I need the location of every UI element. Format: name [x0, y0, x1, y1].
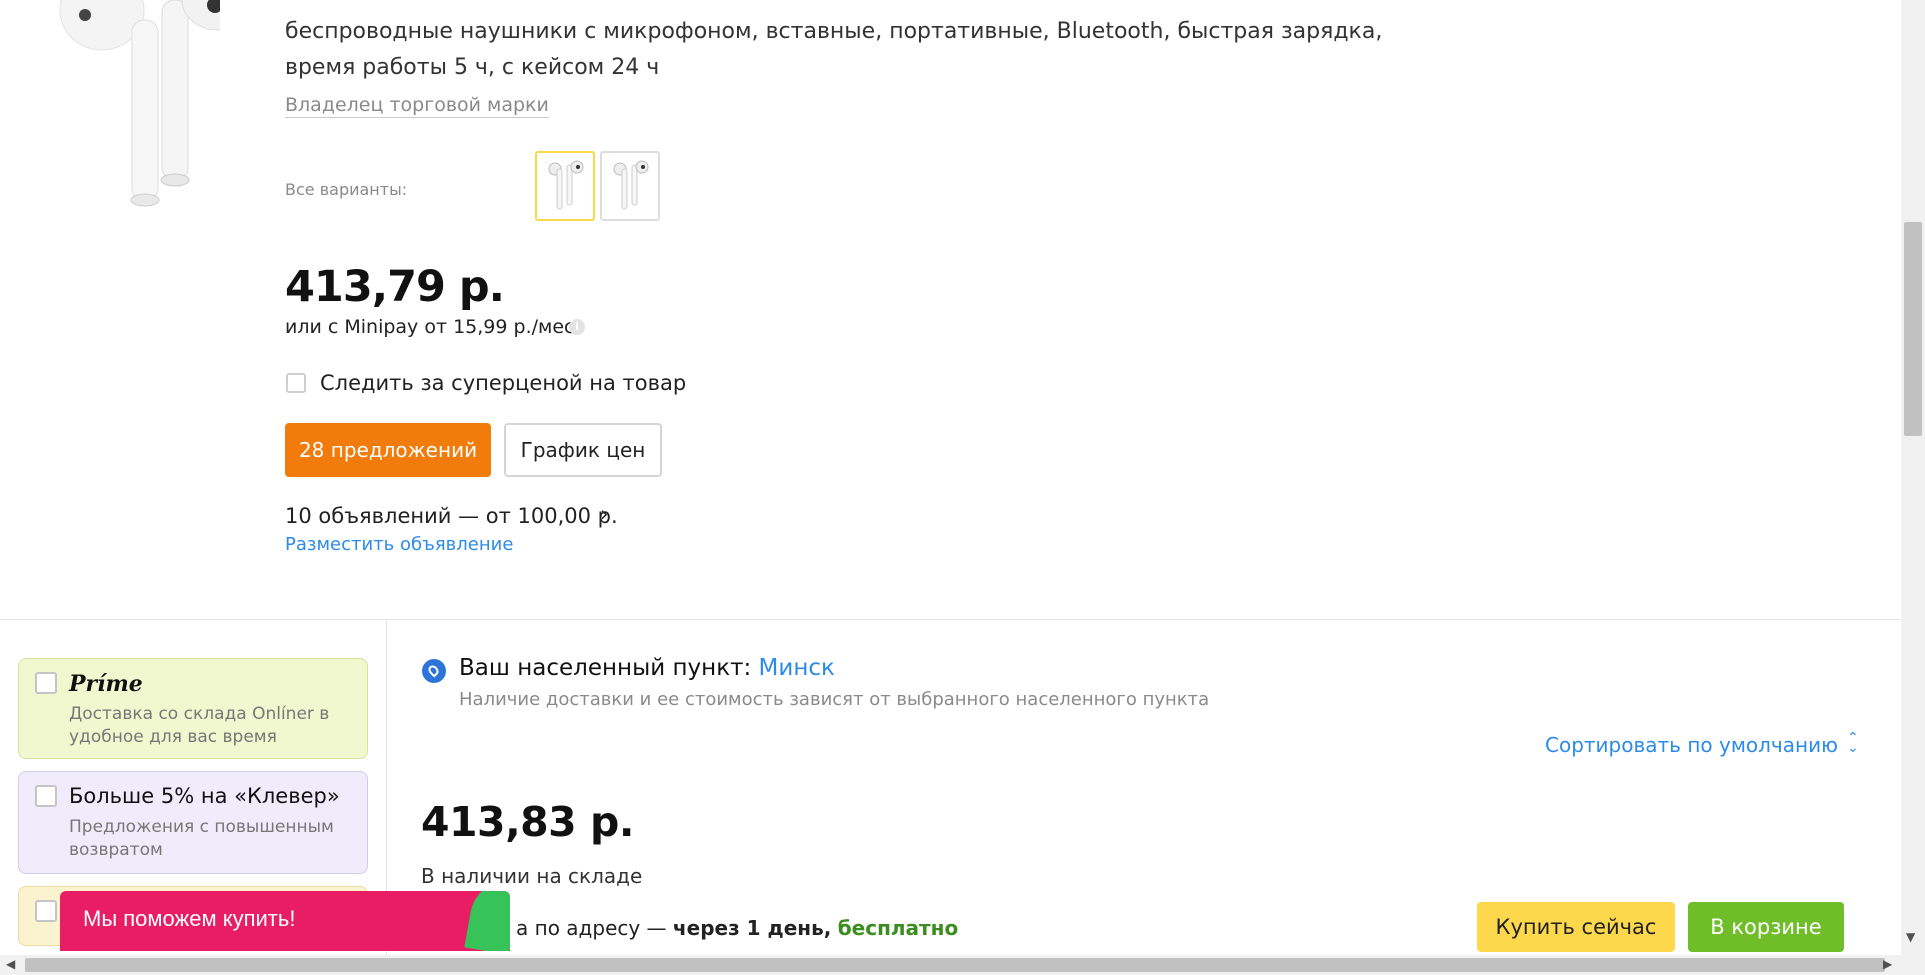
brand-owner-link[interactable]: Владелец торговой марки	[285, 93, 549, 118]
sort-arrows-icon[interactable]: ⌃ ⌄	[1847, 731, 1859, 756]
filter-clever-title: Больше 5% на «Клевер»	[69, 784, 340, 808]
filter-clever-checkbox[interactable]	[35, 785, 57, 807]
product-image[interactable]	[50, 0, 255, 210]
sort-down-glyph: ⌄	[1847, 740, 1859, 756]
delivery-cost: бесплатно	[837, 916, 959, 940]
track-price-checkbox[interactable]	[286, 373, 306, 393]
location-label: Ваш населенный пункт: Минск	[459, 655, 835, 681]
filter-clever[interactable]: Больше 5% на «Клевер» Предложения с повы…	[18, 771, 368, 874]
location-note: Наличие доставки и ее стоимость зависят …	[459, 689, 1210, 710]
sort-dropdown[interactable]: Сортировать по умолчанию	[1545, 733, 1838, 757]
offer-price: 413,83 р.	[421, 798, 634, 846]
price-chart-button[interactable]: График цен	[504, 423, 662, 477]
variants-label: Все варианты:	[285, 180, 408, 199]
filter-prime-title: Príme	[69, 671, 143, 697]
earbuds-thumb-icon	[548, 160, 584, 210]
variant-thumb-2[interactable]	[600, 151, 660, 221]
scroll-right-arrow-icon[interactable]: ▶	[1883, 957, 1892, 971]
buy-now-button[interactable]: Купить сейчас	[1477, 902, 1675, 952]
filter-clever-subtitle: Предложения с повышенным возвратом	[69, 817, 334, 860]
delivery-time: через 1 день,	[672, 916, 832, 940]
earbuds-thumb-icon	[613, 160, 649, 210]
location-pin-icon	[422, 659, 446, 683]
ads-link[interactable]: 10 объявлений — от 100,00 р.	[285, 504, 618, 528]
leaf-icon	[464, 891, 510, 951]
scroll-left-arrow-icon[interactable]: ◀	[6, 957, 15, 971]
info-icon[interactable]: i	[569, 319, 585, 335]
section-divider	[0, 619, 1900, 620]
delivery-info: а по адресу — через 1 день, бесплатно	[516, 916, 958, 940]
stock-status: В наличии на складе	[421, 864, 643, 888]
location-label-text: Ваш населенный пункт:	[459, 655, 752, 681]
help-banner[interactable]: Мы поможем купить!	[60, 891, 510, 951]
filter-prime-checkbox[interactable]	[35, 672, 57, 694]
minipay-installment: или с Minipay от 15,99 р./мес.	[285, 316, 581, 338]
in-cart-button[interactable]: В корзине	[1688, 902, 1844, 952]
horizontal-scroll-thumb[interactable]	[25, 958, 1885, 972]
delivery-prefix: а по адресу —	[516, 916, 667, 940]
scroll-down-arrow-icon[interactable]: ▼	[1906, 930, 1915, 944]
vertical-scroll-thumb[interactable]	[1904, 222, 1922, 436]
filter-third-checkbox[interactable]	[35, 900, 57, 922]
help-banner-text: Мы поможем купить!	[83, 906, 296, 931]
filter-prime-subtitle: Доставка со склада Onlíner в удобное для…	[69, 704, 330, 747]
location-city-link[interactable]: Минск	[759, 655, 835, 681]
variant-thumb-1[interactable]	[535, 151, 595, 221]
offers-button[interactable]: 28 предложений	[285, 423, 491, 477]
vertical-scrollbar[interactable]	[1901, 0, 1925, 955]
product-description: беспроводные наушники с микрофоном, вста…	[285, 19, 1383, 80]
chevron-right-icon[interactable]: ›	[600, 502, 608, 526]
product-price: 413,79 р.	[285, 262, 505, 312]
track-price-label[interactable]: Следить за суперценой на товар	[320, 371, 686, 395]
place-ad-link[interactable]: Разместить объявление	[285, 534, 513, 555]
filter-prime[interactable]: Príme Доставка со склада Onlíner в удобн…	[18, 658, 368, 759]
